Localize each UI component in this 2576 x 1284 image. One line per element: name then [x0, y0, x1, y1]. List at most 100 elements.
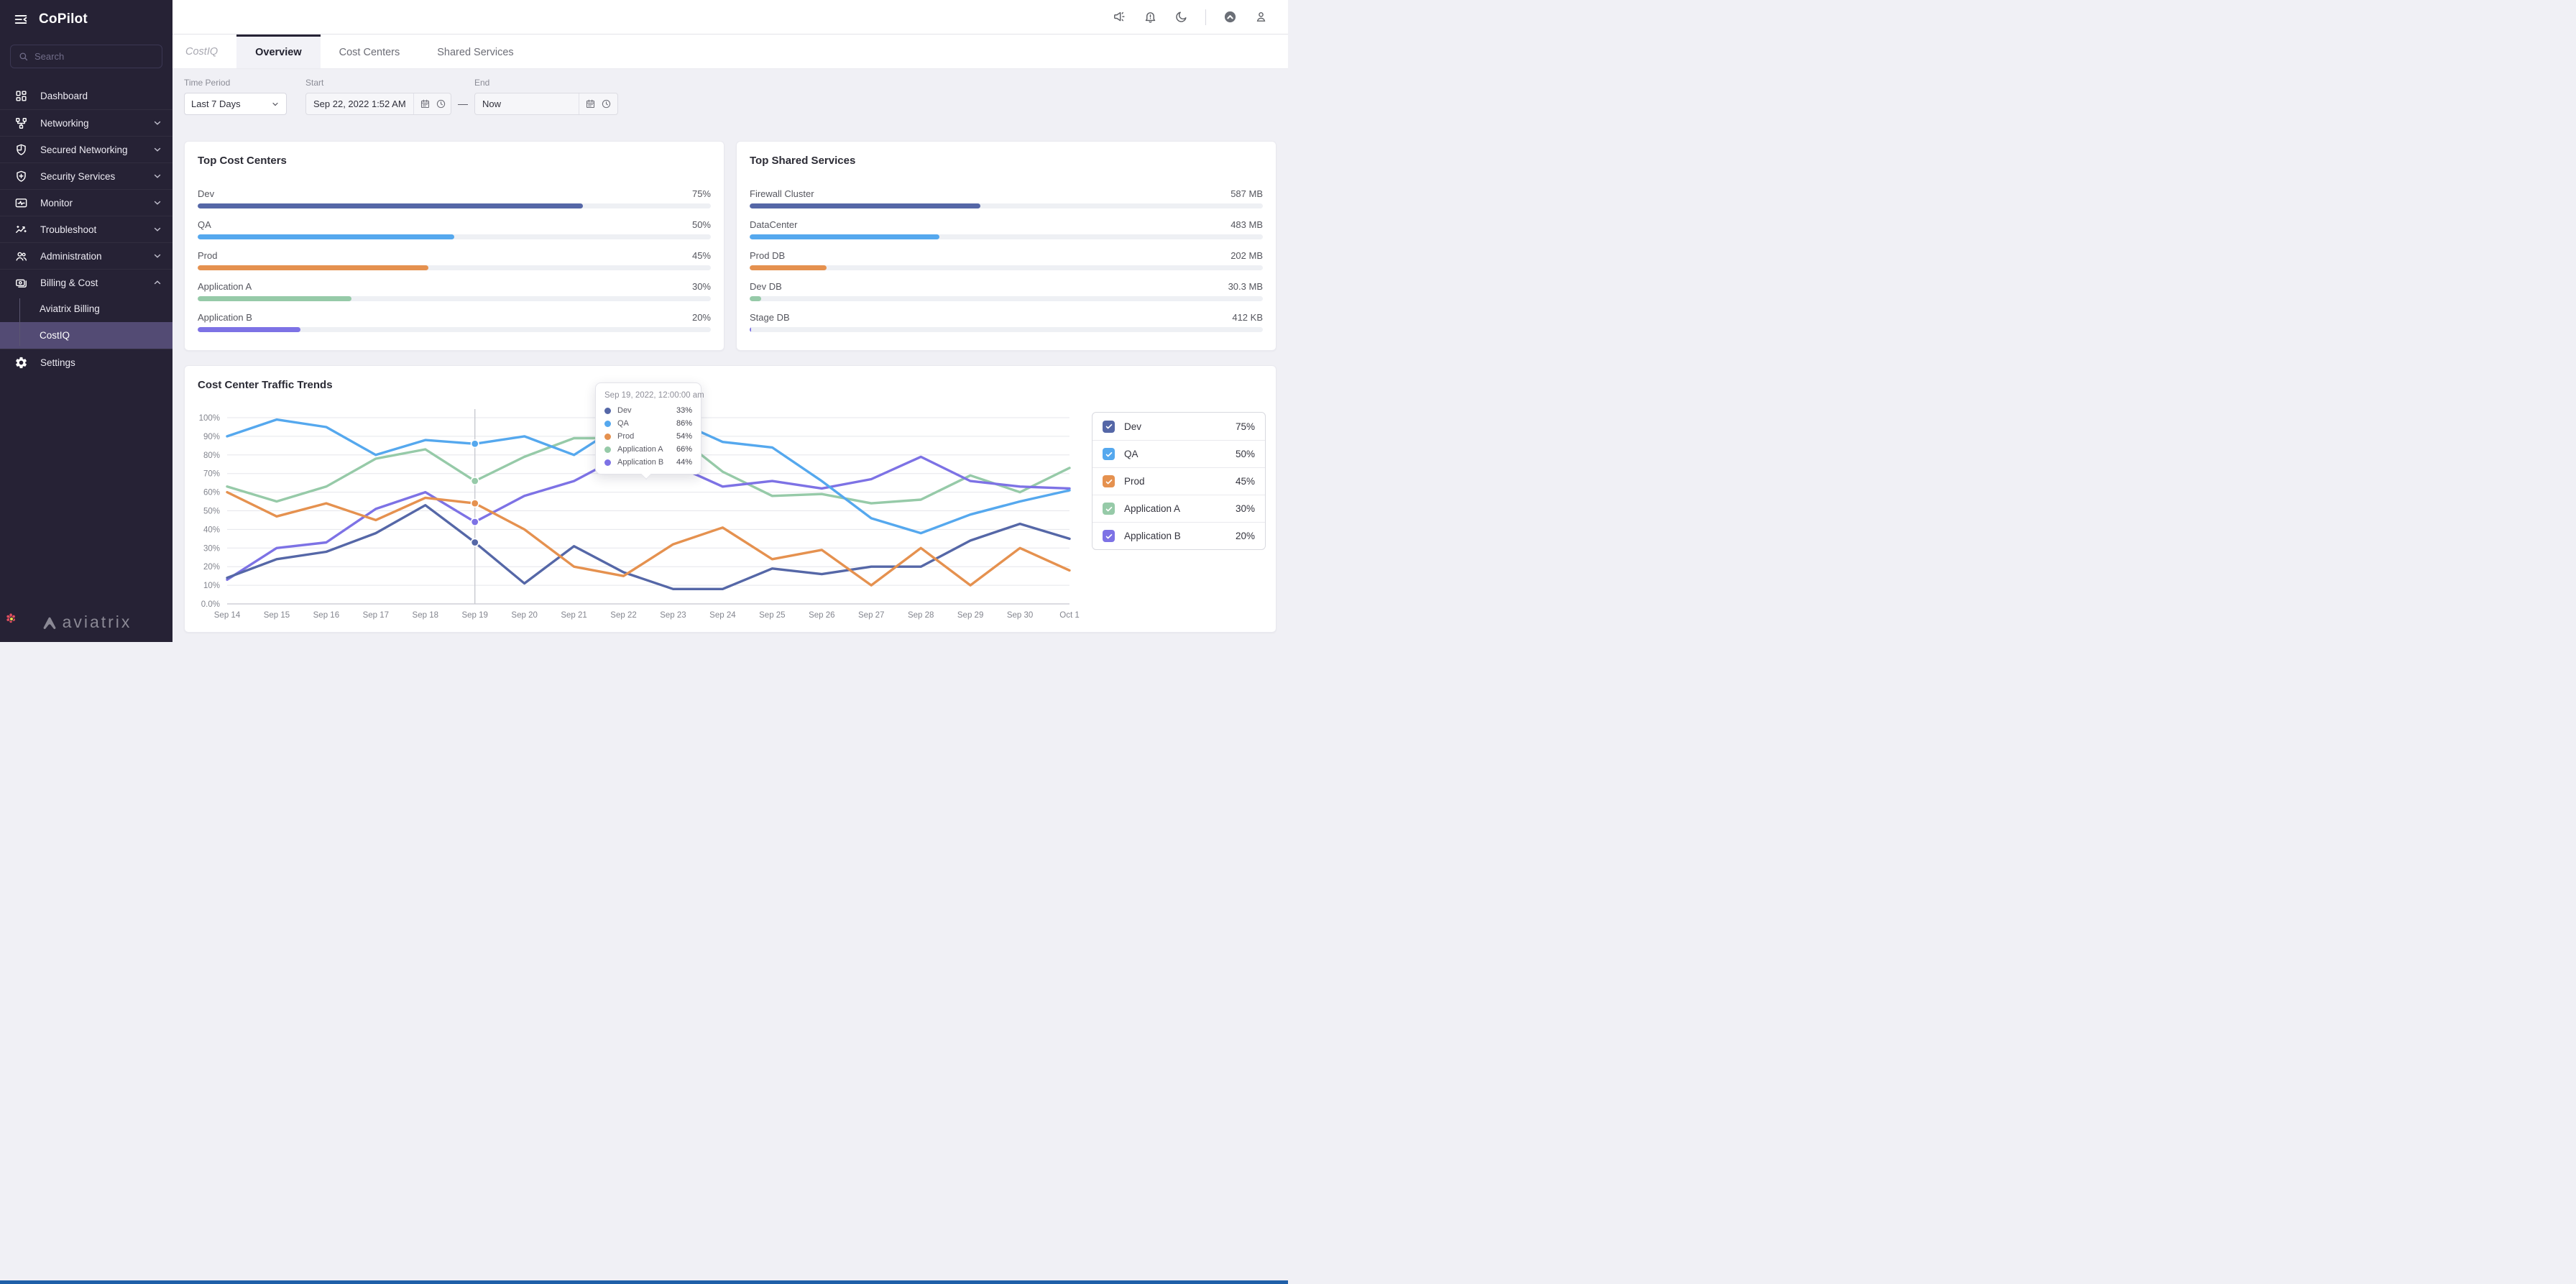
sidebar-item-label: Networking — [40, 117, 89, 129]
svg-text:Sep 30: Sep 30 — [1007, 611, 1033, 620]
aviatrix-logo-icon[interactable] — [1223, 10, 1237, 24]
svg-text:Sep 24: Sep 24 — [709, 611, 736, 620]
series-checkbox[interactable] — [1103, 530, 1115, 542]
metric-row: QA 50% — [198, 219, 711, 239]
progress-bar — [750, 296, 1263, 301]
tooltip-title: Sep 19, 2022, 12:00:00 am — [604, 391, 704, 400]
aviatrix-mark-icon — [41, 614, 58, 631]
legend-label: Application B — [1124, 531, 1181, 541]
svg-text:Sep 16: Sep 16 — [313, 611, 339, 620]
sidebar-item-label: Settings — [40, 357, 75, 368]
metric-label: Prod — [198, 250, 218, 261]
svg-text:Sep 21: Sep 21 — [561, 611, 586, 620]
metric-row: Application A 30% — [198, 281, 711, 301]
legend-row-qa[interactable]: QA 50% — [1092, 440, 1265, 467]
svg-text:Sep 19: Sep 19 — [461, 611, 487, 620]
series-checkbox[interactable] — [1103, 475, 1115, 487]
chevron-down-icon — [154, 147, 161, 152]
svg-text:Sep 20: Sep 20 — [511, 611, 537, 620]
metric-label: QA — [198, 219, 211, 230]
tab-overview[interactable]: Overview — [236, 35, 321, 68]
content: Time Period Last 7 Days Start Sep 22, 20… — [172, 69, 1288, 642]
users-icon — [14, 249, 28, 263]
metric-value: 75% — [691, 188, 711, 199]
search-input[interactable]: Search — [10, 45, 162, 68]
sidebar-item-dashboard[interactable]: Dashboard — [0, 83, 172, 109]
tab-shared-services[interactable]: Shared Services — [418, 35, 532, 68]
billing-icon — [14, 276, 28, 290]
progress-bar — [198, 265, 711, 270]
sidebar-item-troubleshoot[interactable]: Troubleshoot — [0, 216, 172, 242]
tooltip-series-value: 54% — [676, 432, 692, 441]
metric-value: 412 KB — [1232, 312, 1263, 323]
top-cost-centers-card: Top Cost Centers Dev 75% QA 50% Prod 45% Appli… — [184, 141, 724, 351]
series-checkbox[interactable] — [1103, 448, 1115, 460]
sidebar-item-monitor[interactable]: Monitor — [0, 189, 172, 216]
legend-value: 75% — [1235, 421, 1255, 432]
legend-label: Application A — [1124, 503, 1181, 514]
aviatrix-logo-text: aviatrix — [62, 613, 132, 631]
legend-row-prod[interactable]: Prod 45% — [1092, 467, 1265, 495]
series-checkbox[interactable] — [1103, 503, 1115, 515]
traffic-trends-card: Cost Center Traffic Trends 100% 90% 80% 70%… — [184, 365, 1276, 633]
clock-icon[interactable] — [601, 98, 612, 109]
series-dot-icon — [604, 420, 611, 427]
legend-label: Prod — [1124, 476, 1145, 487]
sidebar-item-aviatrix-billing[interactable]: Aviatrix Billing — [0, 295, 172, 322]
tooltip-series-label: Application A — [617, 445, 663, 454]
tab-cost-centers[interactable]: Cost Centers — [321, 35, 419, 68]
legend-label: Dev — [1124, 421, 1142, 432]
legend-row-dev[interactable]: Dev 75% — [1092, 413, 1265, 440]
sidebar-item-label: Monitor — [40, 197, 73, 208]
sidebar-item-costiq[interactable]: CostIQ — [0, 322, 172, 349]
progress-bar — [750, 327, 1263, 332]
series-line-prod — [226, 490, 1071, 587]
progress-bar — [198, 327, 711, 332]
sidebar-item-networking[interactable]: Networking — [0, 109, 172, 136]
legend-row-application-a[interactable]: Application A 30% — [1092, 495, 1265, 522]
series-dot-icon — [604, 433, 611, 440]
metric-label: Application B — [198, 312, 252, 323]
networking-icon — [14, 116, 28, 130]
card-title: Top Cost Centers — [198, 155, 287, 167]
sidebar-item-label: Dashboard — [40, 91, 88, 101]
dark-mode-moon-icon[interactable] — [1174, 10, 1188, 24]
gear-icon — [14, 356, 28, 370]
metric-row: Prod 45% — [198, 250, 711, 270]
top-shared-services-card: Top Shared Services Firewall Cluster 587 … — [736, 141, 1276, 351]
legend-row-application-b[interactable]: Application B 20% — [1092, 522, 1265, 549]
tooltip-row: Prod 54% — [604, 432, 692, 441]
search-icon — [18, 51, 29, 62]
svg-text:30%: 30% — [203, 544, 220, 553]
svg-text:50%: 50% — [203, 508, 220, 516]
metric-label: Application A — [198, 281, 252, 292]
series-checkbox[interactable] — [1103, 420, 1115, 433]
megaphone-icon[interactable] — [1113, 10, 1126, 24]
calendar-icon[interactable] — [420, 98, 431, 109]
sidebar-collapse-icon[interactable] — [13, 12, 29, 27]
notifications-bell-icon[interactable] — [1144, 10, 1157, 24]
metric-label: DataCenter — [750, 219, 798, 230]
time-period-value: Last 7 Days — [191, 98, 241, 109]
sidebar-item-billing-cost[interactable]: Billing & Cost — [0, 269, 172, 295]
progress-bar — [198, 234, 711, 239]
calendar-icon[interactable] — [585, 98, 596, 109]
start-datetime-input[interactable]: Sep 22, 2022 1:52 AM — [305, 93, 451, 115]
tooltip-row: QA 86% — [604, 419, 692, 428]
metric-label: Stage DB — [750, 312, 790, 323]
sidebar-item-security-services[interactable]: Security Services — [0, 162, 172, 189]
tooltip-series-value: 66% — [676, 445, 692, 454]
clock-icon[interactable] — [436, 98, 446, 109]
user-profile-icon[interactable] — [1254, 10, 1268, 24]
end-datetime-input[interactable]: Now — [474, 93, 618, 115]
tab-context-label: CostIQ — [185, 45, 218, 58]
time-period-select[interactable]: Last 7 Days — [184, 93, 287, 115]
svg-text:Sep 18: Sep 18 — [413, 611, 438, 620]
progress-bar — [198, 203, 711, 208]
sidebar-item-settings[interactable]: Settings — [0, 349, 172, 375]
sidebar-item-administration[interactable]: Administration — [0, 242, 172, 269]
tooltip-row: Application A 66% — [604, 445, 692, 454]
troubleshoot-icon — [14, 223, 28, 237]
sidebar-item-secured-networking[interactable]: Secured Networking — [0, 136, 172, 162]
metric-label: Dev DB — [750, 281, 782, 292]
